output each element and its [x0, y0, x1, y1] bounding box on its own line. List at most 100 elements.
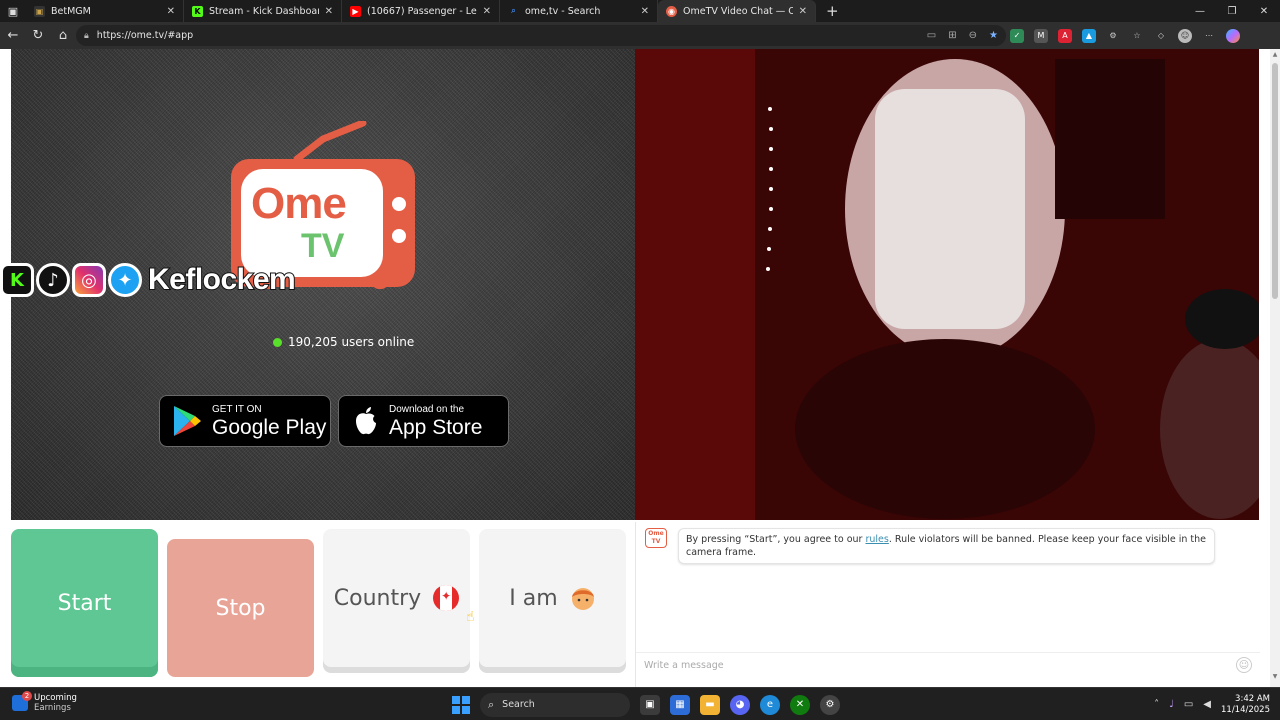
settings-gear-icon[interactable]: ⚙ [820, 694, 840, 715]
notification-badge: 2 [22, 691, 32, 701]
apple-icon [356, 407, 376, 435]
windows-taskbar: 2 Upcoming Earnings ⌕ Search ▣ ▦ ▬ ◕ e ✕… [0, 687, 1280, 720]
message-input[interactable]: Write a message ☺ [636, 652, 1260, 677]
windows-start-icon[interactable] [452, 695, 470, 714]
tab-youtube[interactable]: ▶ (10667) Passenger - Let Her Go ( ✕ [342, 0, 500, 22]
adblock-icon[interactable]: A [1058, 28, 1072, 43]
reader-icon[interactable]: ⊖ [969, 30, 977, 41]
scroll-up-icon[interactable]: ▲ [1270, 51, 1280, 63]
copilot-icon[interactable] [1226, 28, 1240, 43]
discord-icon[interactable]: ◕ [730, 694, 750, 715]
google-play-big-text: Google Play [212, 415, 327, 439]
microsoft-store-icon[interactable]: ▦ [670, 694, 690, 715]
extension-m-icon[interactable]: M [1034, 28, 1048, 43]
favorite-star-icon[interactable]: ★ [989, 30, 998, 41]
lock-icon[interactable]: 🔒︎ [84, 31, 89, 41]
task-view-icon[interactable]: ▣ [640, 694, 660, 715]
close-tab-icon[interactable]: ✕ [483, 6, 491, 17]
twitter-icon: ✦ [108, 263, 142, 297]
favorites-icon[interactable]: ☆ [1130, 29, 1144, 43]
close-tab-icon[interactable]: ✕ [641, 6, 649, 17]
url-text[interactable]: https://ome.tv/#app [97, 30, 193, 41]
address-bar[interactable]: 🔒︎ https://ome.tv/#app ▭ ⊞ ⊖ ★ [76, 25, 1006, 46]
show-hidden-icons-icon[interactable]: ˄ [1154, 699, 1159, 710]
refresh-icon[interactable]: ↻ [26, 24, 50, 48]
close-window-icon[interactable]: ✕ [1248, 0, 1280, 22]
stop-button[interactable]: Stop [167, 539, 314, 677]
tv-knob-icon [392, 229, 406, 243]
google-play-small-text: GET IT ON [212, 403, 262, 415]
network-icon[interactable]: ▭ [1184, 699, 1193, 710]
taskbar-search[interactable]: ⌕ Search [480, 692, 630, 717]
rules-link[interactable]: rules [865, 534, 888, 545]
start-button[interactable]: Start [11, 529, 158, 677]
country-button[interactable]: Country [323, 529, 470, 667]
i-am-label: I am [509, 585, 558, 611]
tab-title: BetMGM [51, 5, 91, 17]
extensions-icon[interactable]: ⚙ [1106, 29, 1120, 43]
tiktok-icon: ♪ [36, 263, 70, 297]
system-tray: ˄ ♩ ▭ ◀ 3:42 AM 11/14/2025 [1154, 692, 1270, 717]
partner-video-frame [635, 49, 1259, 520]
extension-a-icon[interactable]: ▲ [1082, 28, 1096, 43]
apps-icon[interactable]: ⊞ [948, 30, 956, 41]
tab-search[interactable]: ⌕ ome,tv - Search ✕ [500, 0, 658, 22]
start-label: Start [57, 590, 112, 616]
camera-icon[interactable]: ▭ [927, 30, 936, 41]
message-input-placeholder[interactable]: Write a message [644, 660, 724, 671]
tab-ometv[interactable]: ◉ OmeTV Video Chat — Omeg ✕ [658, 0, 816, 22]
google-play-button[interactable]: GET IT ON Google Play [159, 395, 331, 447]
browser-essentials-icon[interactable]: ◇ [1154, 29, 1168, 43]
file-explorer-icon[interactable]: ▬ [700, 694, 720, 715]
boy-face-icon [571, 588, 594, 610]
stream-social-overlay: K ♪ ◎ ✦ Keflockem [0, 261, 297, 299]
restore-icon[interactable]: ❐ [1216, 0, 1248, 22]
streamer-name: Keflockem [147, 262, 297, 297]
profile-avatar-icon[interactable]: ☺ [1178, 28, 1192, 43]
home-icon[interactable]: ⌂ [51, 24, 75, 48]
close-tab-icon[interactable]: ✕ [167, 6, 175, 17]
app-store-button[interactable]: Download on the App Store [338, 395, 509, 447]
logo-tv-text: TV [301, 227, 345, 265]
stop-label: Stop [215, 595, 266, 621]
scrollbar-thumb[interactable] [1272, 63, 1278, 299]
widget-subtitle: Earnings [34, 703, 71, 713]
i-am-button[interactable]: I am [479, 529, 626, 667]
close-tab-icon[interactable]: ✕ [799, 6, 807, 17]
logo-ome-text: Ome [251, 179, 347, 228]
new-tab-button[interactable]: + [826, 2, 839, 20]
partner-video-panel [635, 49, 1259, 520]
screen: ▣ ▣ BetMGM ✕ K Stream - Kick Dashboard ✕… [0, 0, 1280, 720]
tab-actions-icon[interactable]: ▣ [0, 0, 26, 22]
search-icon: ⌕ [488, 697, 495, 711]
page-scrollbar[interactable]: ▲ ▼ [1270, 49, 1280, 687]
volume-icon[interactable]: ◀ [1203, 699, 1211, 710]
google-play-icon [174, 406, 201, 436]
extension-shield-icon[interactable]: ✓ [1010, 28, 1024, 43]
widgets-button[interactable]: 2 Upcoming Earnings [12, 691, 77, 713]
more-menu-icon[interactable]: ⋯ [1202, 29, 1216, 43]
users-online-indicator: 190,205 users online [273, 335, 414, 349]
clock[interactable]: 3:42 AM 11/14/2025 [1221, 694, 1270, 716]
tab-kick[interactable]: K Stream - Kick Dashboard ✕ [184, 0, 342, 22]
online-dot-icon [273, 337, 282, 347]
scroll-down-icon[interactable]: ▼ [1270, 673, 1280, 685]
date-text: 11/14/2025 [1221, 704, 1270, 715]
tv-leg [373, 281, 387, 289]
time-text: 3:42 AM [1235, 693, 1270, 704]
ometv-page: Ome TV 190,205 users online GET IT ON Go… [0, 49, 1280, 687]
taskbar-apps: ⌕ Search ▣ ▦ ▬ ◕ e ✕ ⚙ [452, 692, 840, 717]
minimize-icon[interactable]: — [1184, 0, 1216, 22]
back-icon[interactable]: ← [1, 24, 25, 48]
microphone-icon[interactable]: ♩ [1169, 699, 1174, 710]
tab-betmgm[interactable]: ▣ BetMGM ✕ [26, 0, 184, 22]
edge-icon[interactable]: e [760, 694, 780, 715]
canada-flag-icon [433, 585, 460, 611]
close-tab-icon[interactable]: ✕ [325, 6, 333, 17]
emoji-icon[interactable]: ☺ [1236, 657, 1252, 673]
tab-strip: ▣ ▣ BetMGM ✕ K Stream - Kick Dashboard ✕… [0, 0, 1280, 22]
betmgm-icon: ▣ [34, 5, 45, 17]
xbox-icon[interactable]: ✕ [790, 694, 810, 715]
extensions-bar: ✓ M A ▲ ⚙ ☆ ◇ ☺ ⋯ [1010, 25, 1240, 46]
ometv-icon: ◉ [666, 5, 677, 17]
